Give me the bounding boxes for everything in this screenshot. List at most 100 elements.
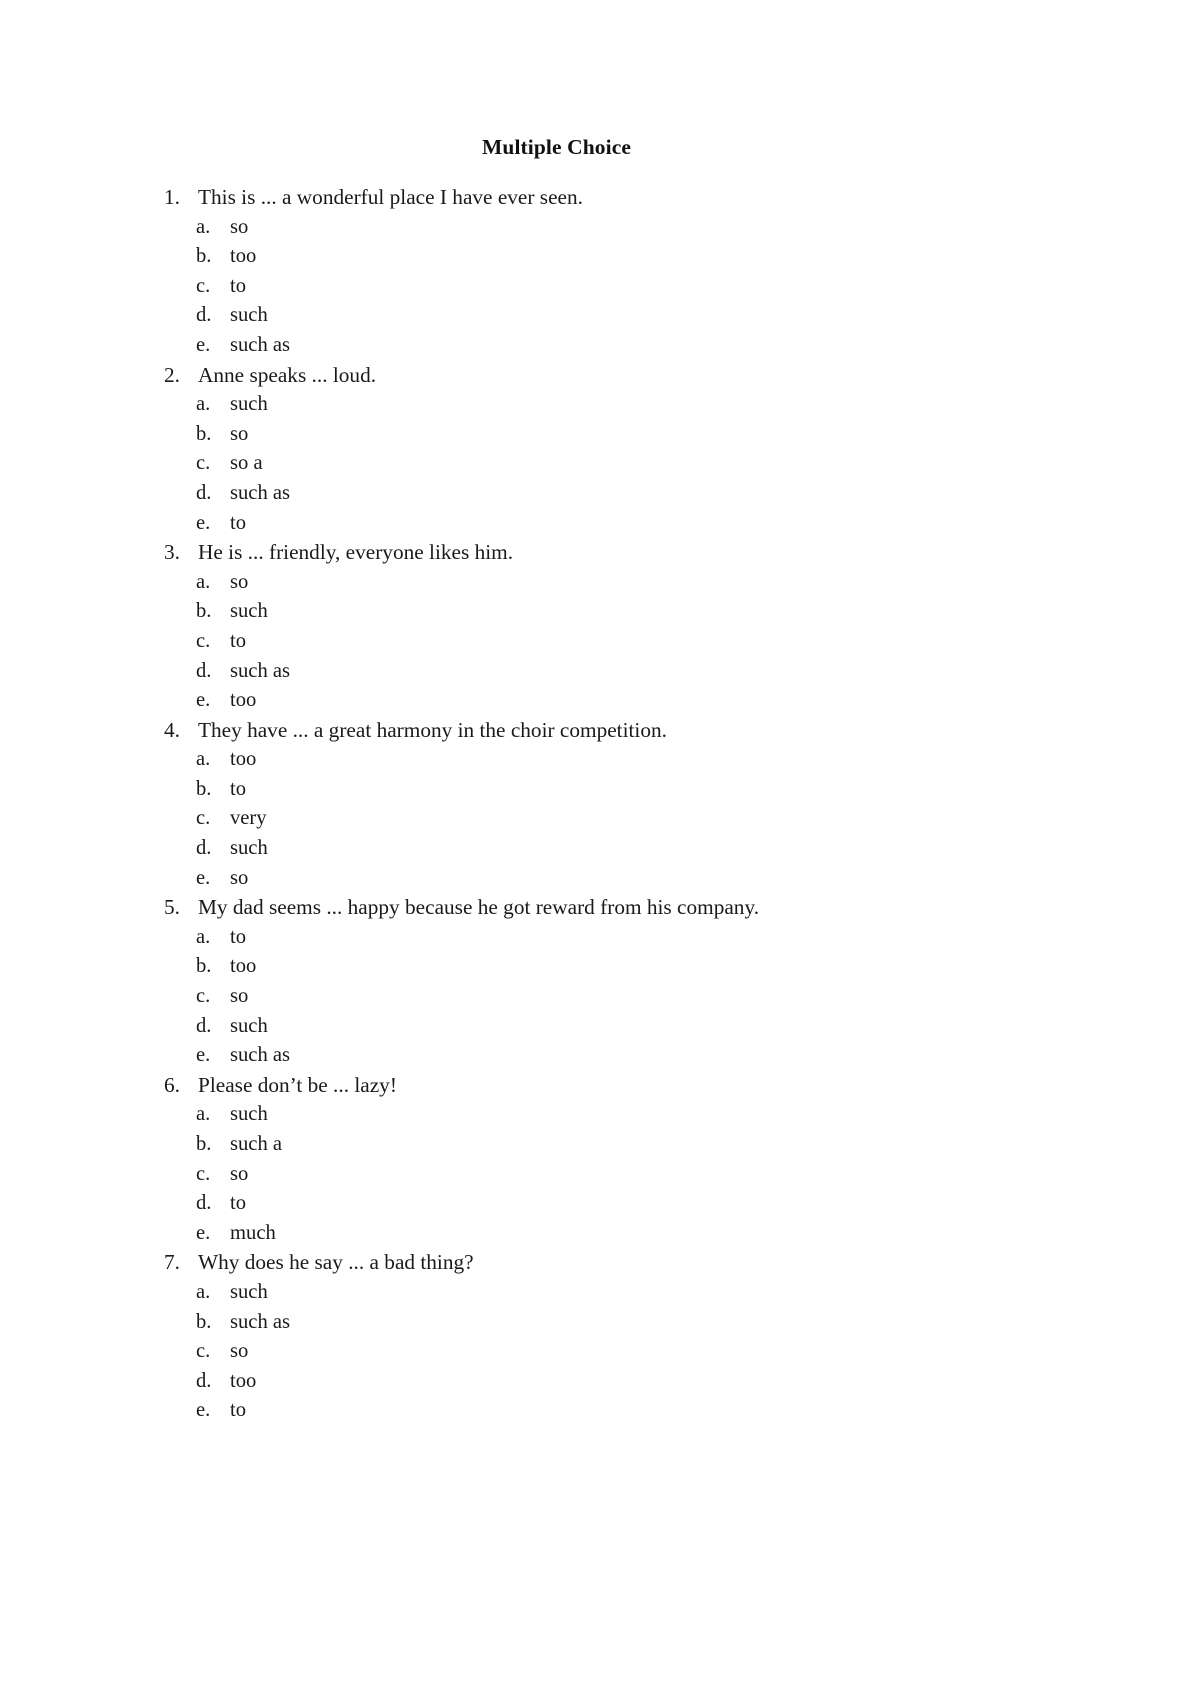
option-letter: c. xyxy=(196,985,211,1008)
option-letter: e. xyxy=(196,689,211,712)
option-text: such xyxy=(230,837,268,860)
answer-option[interactable]: e. such as xyxy=(0,1041,1100,1071)
question-line: 3. He is ... friendly, everyone likes him… xyxy=(0,538,1100,568)
answer-option[interactable]: d. such xyxy=(0,834,1100,864)
question-number: 1. xyxy=(164,185,180,209)
option-text: such as xyxy=(230,659,291,682)
option-letter: a. xyxy=(196,215,211,238)
answer-option[interactable]: a. such xyxy=(0,390,1100,420)
option-text: so xyxy=(230,1162,249,1185)
option-letter: a. xyxy=(196,393,211,416)
option-text: to xyxy=(230,274,247,297)
option-text: to xyxy=(230,1192,247,1215)
answer-option[interactable]: b. such a xyxy=(0,1130,1100,1160)
question-text: Why does he say ... a bad thing? xyxy=(198,1250,474,1275)
option-letter: a. xyxy=(196,1280,211,1303)
answer-option[interactable]: e. to xyxy=(0,1396,1100,1426)
answer-option[interactable]: d. to xyxy=(0,1189,1100,1219)
option-letter: e. xyxy=(196,333,211,356)
option-text: such xyxy=(230,1280,268,1303)
answer-option[interactable]: e. to xyxy=(0,509,1100,539)
option-text: such xyxy=(230,304,268,327)
answer-option[interactable]: c. so xyxy=(0,1337,1100,1367)
option-text: so xyxy=(230,985,249,1008)
answer-option[interactable]: c. so xyxy=(0,982,1100,1012)
option-text: too xyxy=(230,689,257,712)
question-line: 7. Why does he say ... a bad thing? xyxy=(0,1248,1100,1278)
question-text: This is ... a wonderful place I have eve… xyxy=(198,185,583,209)
option-text: so a xyxy=(230,452,263,475)
answer-option[interactable]: e. so xyxy=(0,864,1100,894)
option-text: to xyxy=(230,629,247,652)
answer-option[interactable]: d. such xyxy=(0,1012,1100,1042)
option-letter: d. xyxy=(196,1369,212,1392)
question-number: 3. xyxy=(164,540,180,565)
option-letter: a. xyxy=(196,570,211,593)
answer-option[interactable]: b. to xyxy=(0,775,1100,805)
option-letter: a. xyxy=(196,748,211,771)
answer-option[interactable]: a. so xyxy=(0,213,1100,243)
option-letter: c. xyxy=(196,452,211,475)
answer-option[interactable]: a. to xyxy=(0,923,1100,953)
answer-option[interactable]: b. too xyxy=(0,952,1100,982)
option-letter: a. xyxy=(196,925,211,948)
option-letter: b. xyxy=(196,1133,212,1155)
option-text: too xyxy=(230,748,257,771)
option-text: so xyxy=(230,215,249,238)
answer-option[interactable]: e. much xyxy=(0,1219,1100,1249)
answer-option[interactable]: c. so a xyxy=(0,449,1100,479)
option-text: such a xyxy=(230,1133,283,1155)
question-number: 7. xyxy=(164,1250,180,1275)
question-number: 5. xyxy=(164,895,180,920)
option-text: so xyxy=(230,1340,249,1363)
answer-option[interactable]: e. too xyxy=(0,686,1100,716)
answer-option[interactable]: e. such as xyxy=(0,331,1100,361)
answer-option[interactable]: a. so xyxy=(0,568,1100,598)
answer-option[interactable]: b. too xyxy=(0,242,1100,272)
answer-option[interactable]: d. such as xyxy=(0,657,1100,687)
option-letter: e. xyxy=(196,866,211,889)
answer-option[interactable]: d. such xyxy=(0,301,1100,331)
answer-option[interactable]: c. very xyxy=(0,804,1100,834)
option-letter: e. xyxy=(196,1221,211,1244)
option-letter: b. xyxy=(196,1310,212,1333)
option-letter: d. xyxy=(196,304,212,327)
answer-option[interactable]: a. too xyxy=(0,745,1100,775)
answer-option[interactable]: b. such as xyxy=(0,1308,1100,1338)
question-line: 5. My dad seems ... happy because he got … xyxy=(0,893,1100,923)
answer-option[interactable]: a. such xyxy=(0,1278,1100,1308)
option-text: too xyxy=(230,245,257,268)
answer-option[interactable]: b. so xyxy=(0,420,1100,450)
answer-option[interactable]: a. such xyxy=(0,1100,1100,1130)
option-text: much xyxy=(230,1221,276,1244)
question-block: 1. This is ... a wonderful place I have e… xyxy=(0,183,1100,361)
option-letter: b. xyxy=(196,600,212,623)
option-text: too xyxy=(230,955,257,978)
option-text: such as xyxy=(230,1044,291,1067)
question-number: 6. xyxy=(164,1072,180,1097)
question-text: They have ... a great harmony in the cho… xyxy=(198,717,667,742)
option-letter: d. xyxy=(196,659,212,682)
answer-option[interactable]: d. too xyxy=(0,1367,1100,1397)
answer-option[interactable]: c. to xyxy=(0,272,1100,302)
question-block: 4. They have ... a great harmony in the c… xyxy=(0,716,1100,894)
question-text: He is ... friendly, everyone likes him. xyxy=(198,540,514,565)
option-letter: b. xyxy=(196,777,212,800)
option-letter: c. xyxy=(196,807,211,830)
answer-option[interactable]: b. such xyxy=(0,597,1100,627)
question-block: 6. Please don’t be ... lazy! a. such b. such … xyxy=(0,1071,1100,1249)
option-letter: e. xyxy=(196,1044,211,1067)
option-text: such as xyxy=(230,1310,291,1333)
question-line: 6. Please don’t be ... lazy! xyxy=(0,1071,1100,1101)
question-block: 5. My dad seems ... happy because he got … xyxy=(0,893,1100,1071)
answer-option[interactable]: c. to xyxy=(0,627,1100,657)
option-letter: c. xyxy=(196,1340,211,1363)
option-text: to xyxy=(230,777,247,800)
question-list: 1. This is ... a wonderful place I have e… xyxy=(0,183,1100,1426)
answer-option[interactable]: d. such as xyxy=(0,479,1100,509)
option-letter: c. xyxy=(196,1162,211,1185)
option-letter: e. xyxy=(196,511,211,534)
question-block: 3. He is ... friendly, everyone likes him… xyxy=(0,538,1100,716)
option-text: such xyxy=(230,600,268,623)
answer-option[interactable]: c. so xyxy=(0,1160,1100,1190)
